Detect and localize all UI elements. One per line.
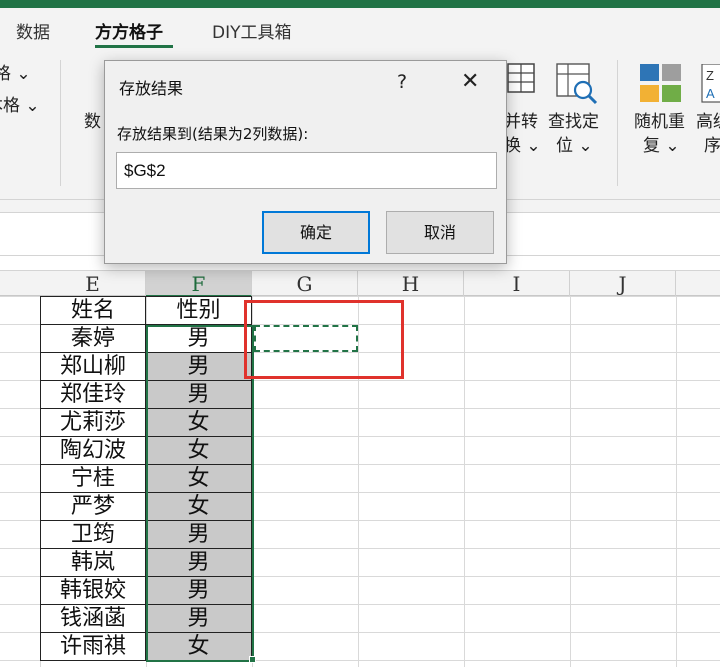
advanced-sort-line1[interactable]: 高级 xyxy=(696,110,720,134)
merge-swap-line1[interactable]: 并转 xyxy=(504,110,538,134)
target-range-input[interactable]: $G$2 xyxy=(116,152,497,189)
column-header-row: E F G H I J xyxy=(0,270,720,297)
name-cell[interactable]: 钱涵菡 xyxy=(40,605,146,633)
column-header-i[interactable]: I xyxy=(464,271,570,297)
name-cell[interactable]: 郑佳玲 xyxy=(40,381,146,409)
find-locate-icon xyxy=(556,63,598,105)
name-cell[interactable]: 秦婷 xyxy=(40,325,146,353)
name-cell[interactable]: 卫筠 xyxy=(40,521,146,549)
random-repeat-icon xyxy=(640,64,681,102)
merge-swap-line2[interactable]: 换 ⌄ xyxy=(504,134,541,158)
ribbon-tabs: 数据 方方格子 DIY工具箱 xyxy=(0,8,720,48)
name-cell[interactable]: 严梦 xyxy=(40,493,146,521)
svg-text:Z: Z xyxy=(706,68,714,83)
random-repeat-line1[interactable]: 随机重 xyxy=(634,110,685,134)
column-header-e[interactable]: E xyxy=(40,271,146,297)
name-cell[interactable]: 尤莉莎 xyxy=(40,409,146,437)
advanced-sort-line2[interactable]: 序 xyxy=(704,134,720,158)
column-header-j[interactable]: J xyxy=(570,271,676,297)
ribbon-left-item-1[interactable]: 格 ⌄ xyxy=(0,62,31,86)
help-icon[interactable]: ? xyxy=(397,71,407,93)
tab-diy-toolbox[interactable]: DIY工具箱 xyxy=(212,18,292,43)
name-cell[interactable]: 许雨祺 xyxy=(40,633,146,661)
title-bar-strip xyxy=(0,0,720,8)
column-header-g[interactable]: G xyxy=(252,271,358,297)
cancel-button[interactable]: 取消 xyxy=(386,211,494,254)
svg-text:A: A xyxy=(706,86,715,101)
dialog-title: 存放结果 xyxy=(119,79,184,98)
ribbon-left-item-2[interactable]: 本格 ⌄ xyxy=(0,94,40,118)
find-locate-line2[interactable]: 位 ⌄ xyxy=(556,134,593,158)
tab-data[interactable]: 数据 xyxy=(16,18,50,43)
ribbon-separator xyxy=(60,60,61,186)
tab-fangfanggezi[interactable]: 方方格子 xyxy=(95,18,163,43)
ribbon-partial-button[interactable]: 数 xyxy=(84,110,101,134)
close-icon[interactable]: ✕ xyxy=(461,69,479,94)
fill-handle[interactable] xyxy=(249,656,256,663)
random-repeat-line2[interactable]: 复 ⌄ xyxy=(643,134,680,158)
name-cell[interactable]: 韩银姣 xyxy=(40,577,146,605)
name-cell[interactable]: 郑山柳 xyxy=(40,353,146,381)
find-locate-line1[interactable]: 查找定 xyxy=(548,110,599,134)
merge-swap-icon xyxy=(507,63,535,93)
name-cell[interactable]: 宁桂 xyxy=(40,465,146,493)
highlight-box xyxy=(244,300,404,379)
column-header-h[interactable]: H xyxy=(358,271,464,297)
table-header-name[interactable]: 姓名 xyxy=(40,297,146,325)
table-header-gender[interactable]: 性别 xyxy=(146,297,252,325)
save-result-dialog: 存放结果 ? ✕ 存放结果到(结果为2列数据): $G$2 确定 取消 xyxy=(104,60,507,264)
selection-range xyxy=(146,325,254,662)
worksheet-grid[interactable]: 姓名 性别 秦婷 男 郑山柳 男 郑佳玲 男 尤莉莎 女 陶幻波 女 宁桂 女 … xyxy=(0,296,720,667)
name-cell[interactable]: 韩岚 xyxy=(40,549,146,577)
target-label: 存放结果到(结果为2列数据): xyxy=(117,125,309,143)
advanced-sort-icon: Z A xyxy=(701,64,720,103)
name-cell[interactable]: 陶幻波 xyxy=(40,437,146,465)
ok-button[interactable]: 确定 xyxy=(262,211,370,254)
ribbon-separator xyxy=(617,60,618,186)
column-header-f[interactable]: F xyxy=(146,271,252,297)
